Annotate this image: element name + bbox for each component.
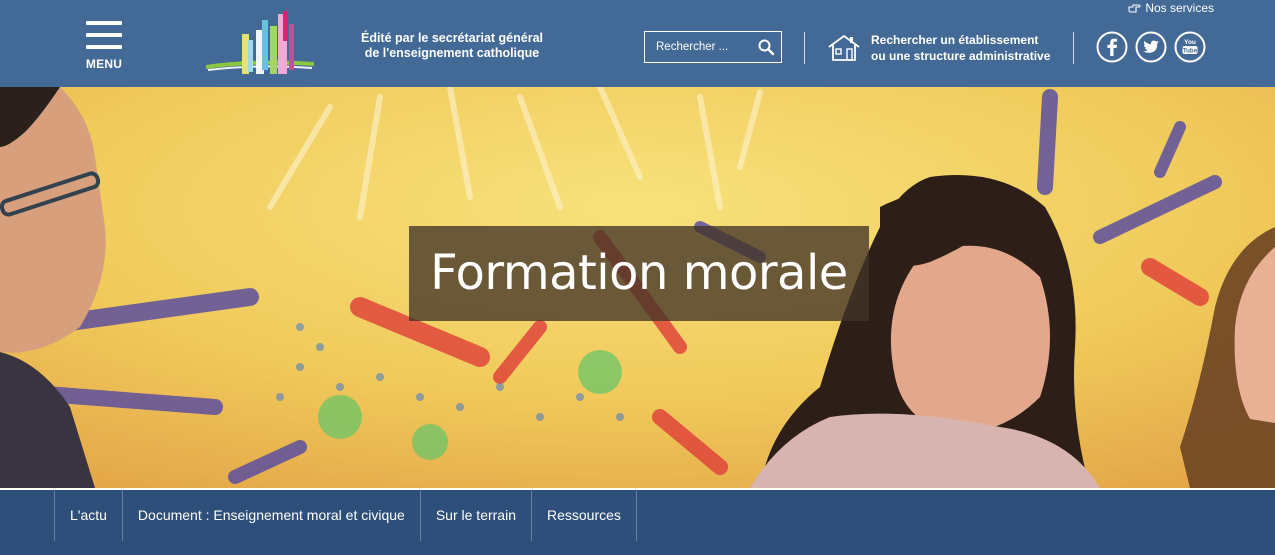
menu-label: MENU [85,57,123,71]
section-subnav: L'actu Document : Enseignement moral et … [0,488,1275,555]
site-logo[interactable] [204,10,316,78]
find-establishment-text: Rechercher un établissement ou une struc… [871,32,1050,64]
pointing-hand-icon [1128,4,1141,13]
header-divider [1073,32,1074,64]
subnav-item-document[interactable]: Document : Enseignement moral et civique [121,490,420,541]
search-form [644,31,782,63]
hero-banner: Formation morale [0,87,1275,488]
page-title: Formation morale [409,226,869,321]
subnav-list: L'actu Document : Enseignement moral et … [54,490,637,542]
tagline-line-1: Édité par le secrétariat général [360,31,544,45]
svg-text:Tube: Tube [1183,47,1198,54]
header-divider [804,32,805,64]
hamburger-icon [86,21,122,25]
subnav-item-ressources[interactable]: Ressources [531,490,637,541]
twitter-icon[interactable] [1135,31,1167,63]
etab-line-1: Rechercher un établissement [871,33,1039,47]
site-header: Nos services MENU Édité par le secrétari… [0,0,1275,87]
tagline-line-2: de l'enseignement catholique [364,46,540,60]
search-icon[interactable] [757,38,775,56]
find-establishment-link[interactable]: Rechercher un établissement ou une struc… [827,31,1050,65]
hamburger-bar [86,45,122,49]
etab-line-2: ou une structure administrative [871,49,1051,63]
hamburger-bar [86,33,122,37]
house-icon [828,34,860,61]
facebook-icon[interactable] [1096,31,1128,63]
subnav-item-terrain[interactable]: Sur le terrain [419,490,531,541]
menu-button[interactable]: MENU [84,20,124,72]
services-link[interactable]: Nos services [1128,1,1214,15]
publisher-tagline: Édité par le secrétariat général de l'en… [339,31,565,61]
search-input[interactable] [645,33,756,61]
svg-text:You: You [1184,39,1196,46]
youtube-icon[interactable]: You Tube [1174,31,1206,63]
services-label: Nos services [1145,1,1214,15]
subnav-item-actu[interactable]: L'actu [54,490,122,541]
